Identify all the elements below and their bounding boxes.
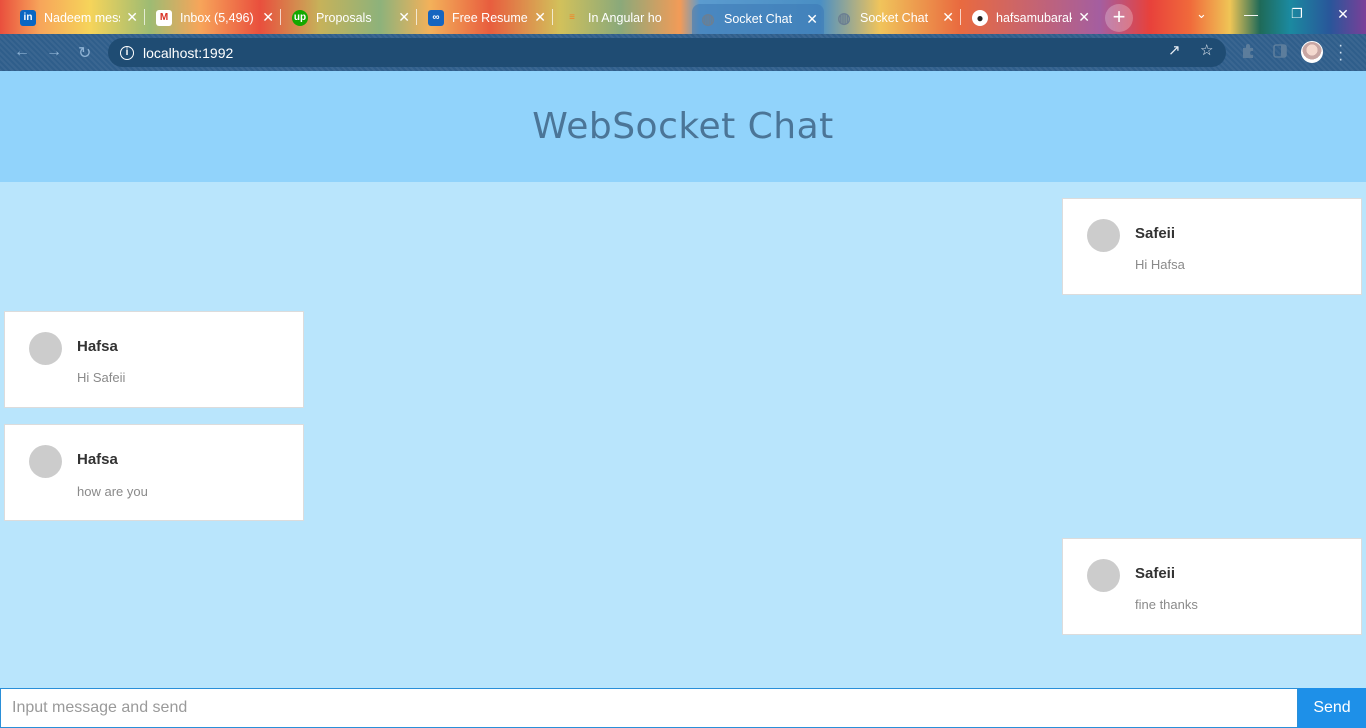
- tab-separator: [960, 9, 961, 25]
- page-title: WebSocket Chat: [532, 106, 834, 147]
- share-icon[interactable]: ↗: [1168, 41, 1181, 59]
- stackoverflow-icon: ≡: [569, 12, 575, 23]
- tab-separator: [144, 9, 145, 25]
- tab-title: Inbox (5,496): [180, 10, 254, 25]
- close-tab-icon[interactable]: ✕: [534, 9, 546, 25]
- forward-icon[interactable]: →: [46, 43, 62, 61]
- close-tab-icon[interactable]: ✕: [262, 9, 274, 25]
- close-tab-icon[interactable]: ✕: [806, 11, 818, 27]
- tab-separator: [280, 9, 281, 25]
- message-sender: Hafsa: [77, 338, 118, 355]
- avatar: [29, 445, 62, 478]
- message-sender: Safeii: [1135, 565, 1176, 582]
- back-icon[interactable]: ←: [14, 43, 30, 61]
- message-card: Safeii Hi Hafsa: [1062, 198, 1362, 295]
- message-text: Hi Safeii: [77, 370, 126, 385]
- browser-toolbar: ← → ↻ i localhost:1992 ↗ ☆ · · ·: [0, 34, 1366, 71]
- close-tab-icon[interactable]: ✕: [398, 9, 410, 25]
- linkedin-icon: in: [20, 9, 36, 26]
- message-text: fine thanks: [1135, 597, 1198, 612]
- message-sender: Hafsa: [77, 451, 118, 468]
- close-window-icon[interactable]: ✕: [1333, 6, 1353, 23]
- tab-title: Socket Chat: [860, 10, 929, 25]
- close-tab-icon[interactable]: ✕: [942, 9, 954, 25]
- message-sender: Safeii: [1135, 225, 1176, 242]
- message-card: Safeii fine thanks: [1062, 538, 1362, 635]
- globe-icon: ◍: [837, 9, 851, 27]
- avatar: [1087, 559, 1120, 592]
- message-card: Hafsa Hi Safeii: [4, 311, 304, 408]
- tab-title: Nadeem mess: [44, 10, 120, 25]
- sidepanel-icon[interactable]: [1272, 43, 1288, 59]
- tab-github[interactable]: ● hafsamubarak ✕: [964, 5, 1096, 30]
- message-input[interactable]: [0, 688, 1298, 728]
- tab-title: In Angular ho: [588, 10, 662, 25]
- message-text: how are you: [77, 484, 148, 499]
- tab-linkedin[interactable]: in Nadeem mess ✕: [12, 5, 144, 30]
- site-info-icon[interactable]: i: [120, 45, 134, 60]
- address-text: localhost:1992: [143, 44, 234, 61]
- close-tab-icon[interactable]: ✕: [1078, 9, 1090, 25]
- globe-icon: ◍: [701, 11, 715, 28]
- restore-icon[interactable]: ❐: [1287, 6, 1307, 22]
- upwork-icon: up: [292, 9, 308, 26]
- reload-icon[interactable]: ↻: [78, 43, 91, 63]
- tab-socket-chat-active[interactable]: ◍ Socket Chat ✕: [692, 4, 824, 34]
- tab-gmail[interactable]: M Inbox (5,496) ✕: [148, 5, 280, 30]
- tab-separator: [552, 9, 553, 25]
- send-button[interactable]: Send: [1298, 688, 1366, 728]
- github-icon: ●: [972, 9, 988, 26]
- tab-angular[interactable]: ≡ In Angular ho: [556, 5, 688, 30]
- message-text: Hi Hafsa: [1135, 257, 1185, 272]
- tab-title: Socket Chat: [724, 12, 793, 26]
- avatar: [1087, 219, 1120, 252]
- tab-free-resume[interactable]: ∞ Free Resume ✕: [420, 5, 552, 30]
- new-tab-button[interactable]: +: [1105, 4, 1133, 32]
- bookmark-star-icon[interactable]: ☆: [1200, 41, 1213, 59]
- chat-header: WebSocket Chat: [0, 71, 1366, 182]
- address-bar[interactable]: i localhost:1992: [108, 38, 1226, 67]
- tab-title: Proposals: [316, 10, 372, 25]
- gmail-icon: M: [156, 9, 172, 26]
- tab-upwork[interactable]: up Proposals ✕: [284, 5, 416, 30]
- tab-search-icon[interactable]: ⌄: [1196, 6, 1207, 22]
- extensions-puzzle-icon[interactable]: [1240, 43, 1256, 59]
- browser-menu-icon[interactable]: · · ·: [1338, 38, 1343, 68]
- minimize-icon[interactable]: —: [1241, 6, 1261, 22]
- tab-strip: in Nadeem mess ✕ M Inbox (5,496) ✕ up Pr…: [0, 0, 1366, 34]
- close-tab-icon[interactable]: ✕: [126, 9, 138, 25]
- message-card: Hafsa how are you: [4, 424, 304, 521]
- tab-separator: [416, 9, 417, 25]
- profile-avatar[interactable]: [1301, 41, 1323, 63]
- tab-title: Free Resume: [452, 10, 528, 25]
- message-composer: Send: [0, 688, 1366, 728]
- tab-socket-chat[interactable]: ◍ Socket Chat ✕: [828, 5, 960, 30]
- tab-title: hafsamubarak: [996, 10, 1072, 25]
- resume-icon: ∞: [428, 9, 444, 26]
- avatar: [29, 332, 62, 365]
